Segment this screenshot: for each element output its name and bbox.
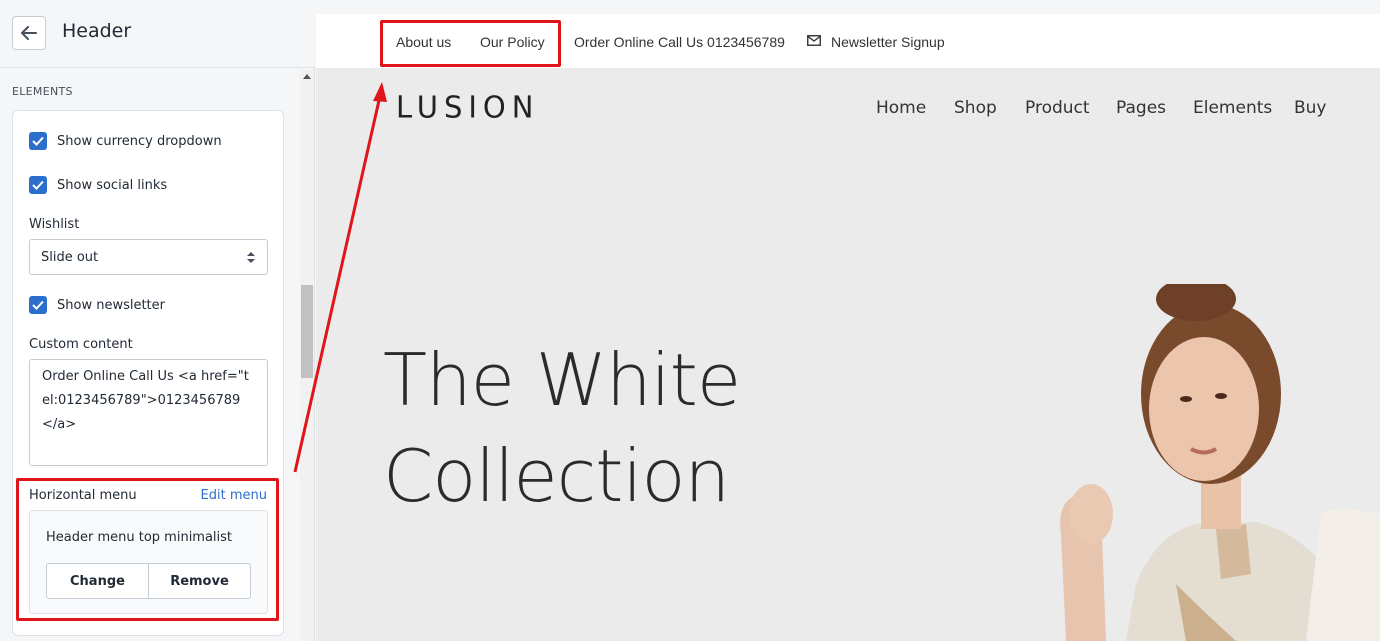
nav-item-product[interactable]: Product bbox=[1025, 98, 1090, 118]
top-bar: About us Our Policy Order Online Call Us… bbox=[316, 14, 1380, 68]
scroll-up-icon[interactable] bbox=[303, 74, 311, 79]
wishlist-select[interactable]: Slide out bbox=[29, 239, 268, 275]
check-icon[interactable] bbox=[29, 296, 47, 314]
back-button[interactable] bbox=[12, 16, 46, 50]
check-icon[interactable] bbox=[29, 176, 47, 194]
hero-model-image bbox=[1060, 284, 1380, 641]
theme-editor-panel: Header ELEMENTS Show currency dropdown S… bbox=[0, 0, 315, 641]
select-arrows-icon bbox=[247, 252, 255, 263]
panel-title: Header bbox=[62, 20, 132, 42]
store-logo[interactable]: LUSION bbox=[396, 89, 539, 125]
wishlist-label: Wishlist bbox=[29, 217, 80, 232]
nav-item-shop[interactable]: Shop bbox=[954, 98, 997, 118]
checkbox-label: Show newsletter bbox=[57, 297, 165, 313]
hero-line-1: The White bbox=[383, 338, 741, 422]
nav-item-pages[interactable]: Pages bbox=[1116, 98, 1166, 118]
check-icon[interactable] bbox=[29, 132, 47, 150]
highlight-box-menu-setting bbox=[16, 478, 279, 621]
back-arrow-icon bbox=[21, 26, 37, 40]
section-label: ELEMENTS bbox=[12, 85, 73, 98]
nav-item-home[interactable]: Home bbox=[876, 98, 926, 118]
highlight-box-top-menu bbox=[380, 20, 561, 67]
hero-heading: The White Collection bbox=[383, 332, 741, 524]
panel-header: Header bbox=[0, 0, 315, 68]
scroll-thumb[interactable] bbox=[301, 285, 313, 378]
show-newsletter-checkbox[interactable]: Show newsletter bbox=[29, 296, 165, 314]
mail-icon bbox=[807, 35, 821, 46]
storefront-preview: About us Our Policy Order Online Call Us… bbox=[316, 14, 1380, 641]
hero-line-2: Collection bbox=[383, 434, 730, 518]
checkbox-label: Show social links bbox=[57, 177, 168, 193]
show-social-checkbox[interactable]: Show social links bbox=[29, 176, 167, 194]
nav-item-buy[interactable]: Buy bbox=[1294, 98, 1327, 118]
scrollbar[interactable] bbox=[300, 70, 314, 641]
custom-content-textarea[interactable]: Order Online Call Us <a href="tel:012345… bbox=[29, 359, 268, 466]
topbar-newsletter-link[interactable]: Newsletter Signup bbox=[831, 34, 945, 50]
nav-item-elements[interactable]: Elements bbox=[1193, 98, 1272, 118]
show-currency-checkbox[interactable]: Show currency dropdown bbox=[29, 132, 222, 150]
custom-content-label: Custom content bbox=[29, 337, 133, 352]
checkbox-label: Show currency dropdown bbox=[57, 133, 222, 149]
wishlist-value: Slide out bbox=[41, 250, 99, 265]
topbar-order-text[interactable]: Order Online Call Us 0123456789 bbox=[574, 34, 785, 50]
